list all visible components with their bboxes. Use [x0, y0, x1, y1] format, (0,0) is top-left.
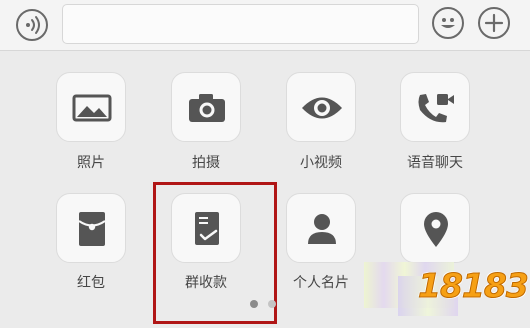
- group-collect-label: 群收款: [185, 275, 227, 291]
- group-collect-icon: [195, 212, 219, 245]
- location-button[interactable]: [400, 193, 470, 263]
- more-button[interactable]: [478, 7, 510, 39]
- red-packet-label: 红包: [77, 275, 105, 291]
- page-indicator-dot-active: [250, 300, 258, 308]
- video-call-icon: [418, 94, 454, 123]
- short-video-button[interactable]: [286, 72, 356, 142]
- chat-input-bar: [0, 0, 530, 51]
- camera-button[interactable]: [171, 72, 241, 142]
- camera-label: 拍摄: [192, 155, 220, 171]
- contact-card-icon: [308, 214, 336, 244]
- red-packet-icon: [78, 212, 106, 246]
- red-packet-button[interactable]: [56, 193, 126, 263]
- image-icon: [72, 94, 112, 122]
- voice-chat-button[interactable]: [400, 72, 470, 142]
- voice-icon: [26, 16, 40, 34]
- voice-chat-label: 语音聊天: [407, 155, 463, 171]
- voice-input-button[interactable]: [16, 9, 48, 41]
- contact-card-button[interactable]: [286, 193, 356, 263]
- photo-label: 照片: [77, 155, 105, 171]
- message-input[interactable]: [62, 4, 419, 44]
- emoji-button[interactable]: [432, 7, 464, 39]
- contact-card-label: 个人名片: [293, 275, 349, 291]
- page-indicator-dot: [268, 300, 276, 308]
- camera-icon: [189, 94, 225, 122]
- short-video-label: 小视频: [300, 155, 342, 171]
- photo-button[interactable]: [56, 72, 126, 142]
- plus-icon: [484, 13, 504, 33]
- location-icon: [424, 212, 448, 247]
- group-collect-button[interactable]: [171, 193, 241, 263]
- emoji-icon: [441, 18, 455, 28]
- eye-icon: [302, 97, 342, 119]
